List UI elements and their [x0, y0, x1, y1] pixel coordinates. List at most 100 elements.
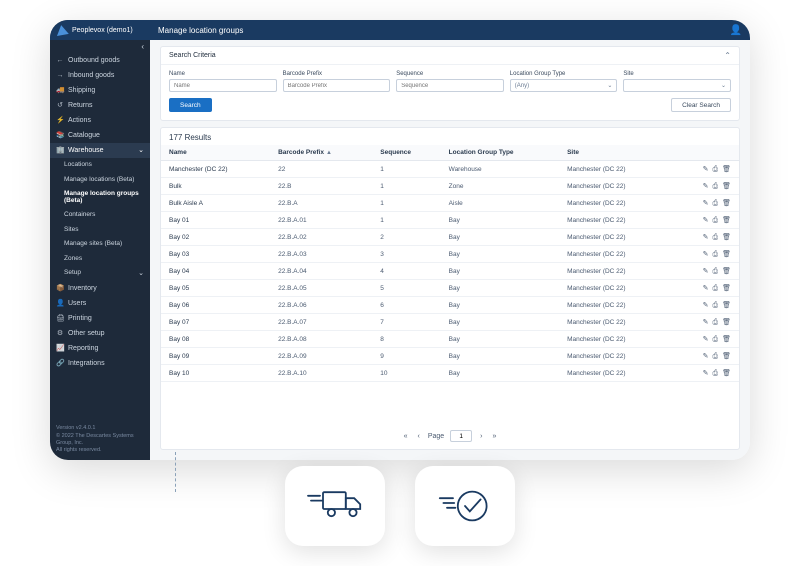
sidebar-sub-locations[interactable]: Locations — [50, 158, 150, 173]
sidebar-sub-setup[interactable]: Setup⌄ — [50, 266, 150, 281]
table-row[interactable]: Bulk Aisle A22.B.A1AisleManchester (DC 2… — [161, 195, 739, 212]
print-icon[interactable]: ⎙ — [713, 166, 719, 173]
table-row[interactable]: Bay 0822.B.A.088BayManchester (DC 22)✎⎙🗑 — [161, 331, 739, 348]
nav-icon: ↺ — [56, 102, 64, 109]
name-input[interactable] — [169, 79, 277, 92]
collapse-panel-icon[interactable]: ⌃ — [724, 51, 731, 60]
sidebar-item-warehouse[interactable]: 🏢Warehouse⌄ — [50, 143, 150, 158]
table-row[interactable]: Manchester (DC 22)221WarehouseManchester… — [161, 161, 739, 178]
sidebar-item-reporting[interactable]: 📈Reporting — [50, 341, 150, 356]
check-circle-icon — [435, 481, 495, 531]
sidebar-item-inventory[interactable]: 📦Inventory — [50, 281, 150, 296]
print-icon[interactable]: ⎙ — [713, 370, 719, 377]
print-icon[interactable]: ⎙ — [713, 217, 719, 224]
cell-type: Warehouse — [441, 161, 559, 178]
delete-icon[interactable]: 🗑 — [722, 370, 731, 377]
edit-icon[interactable]: ✎ — [703, 302, 709, 309]
delete-icon[interactable]: 🗑 — [722, 217, 731, 224]
sidebar-item-returns[interactable]: ↺Returns — [50, 98, 150, 113]
table-row[interactable]: Bay 0922.B.A.099BayManchester (DC 22)✎⎙🗑 — [161, 348, 739, 365]
sidebar-sub-manage-location-groups-beta-[interactable]: Manage location groups (Beta) — [50, 187, 150, 208]
delete-icon[interactable]: 🗑 — [722, 166, 731, 173]
col-barcode[interactable]: Barcode Prefix▲ — [270, 145, 372, 161]
barcode-input[interactable] — [283, 79, 391, 92]
delete-icon[interactable]: 🗑 — [722, 336, 731, 343]
print-icon[interactable]: ⎙ — [713, 336, 719, 343]
table-row[interactable]: Bay 0322.B.A.033BayManchester (DC 22)✎⎙🗑 — [161, 246, 739, 263]
delete-icon[interactable]: 🗑 — [722, 285, 731, 292]
table-row[interactable]: Bay 0722.B.A.077BayManchester (DC 22)✎⎙🗑 — [161, 314, 739, 331]
sidebar-sub-manage-sites-beta-[interactable]: Manage sites (Beta) — [50, 237, 150, 252]
sidebar-item-users[interactable]: 👤Users — [50, 296, 150, 311]
nav-icon: 👤 — [56, 300, 64, 307]
print-icon[interactable]: ⎙ — [713, 234, 719, 241]
delete-icon[interactable]: 🗑 — [722, 251, 731, 258]
sidebar-item-outbound-goods[interactable]: ←Outbound goods — [50, 53, 150, 68]
table-row[interactable]: Bay 0622.B.A.066BayManchester (DC 22)✎⎙🗑 — [161, 297, 739, 314]
edit-icon[interactable]: ✎ — [703, 251, 709, 258]
sidebar-sub-containers[interactable]: Containers — [50, 208, 150, 223]
edit-icon[interactable]: ✎ — [703, 353, 709, 360]
col-type[interactable]: Location Group Type — [441, 145, 559, 161]
collapse-sidebar-icon[interactable]: ‹ — [141, 42, 144, 51]
sequence-input[interactable] — [396, 79, 504, 92]
search-button[interactable]: Search — [169, 98, 212, 112]
col-name[interactable]: Name — [161, 145, 270, 161]
delete-icon[interactable]: 🗑 — [722, 183, 731, 190]
delete-icon[interactable]: 🗑 — [722, 200, 731, 207]
user-icon[interactable]: 👤 — [730, 25, 742, 36]
table-row[interactable]: Bay 1022.B.A.1010BayManchester (DC 22)✎⎙… — [161, 365, 739, 382]
print-icon[interactable]: ⎙ — [713, 353, 719, 360]
nav-icon: 🚚 — [56, 87, 64, 94]
pager-page-input[interactable] — [450, 430, 472, 442]
delete-icon[interactable]: 🗑 — [722, 319, 731, 326]
sidebar-sub-manage-locations-beta-[interactable]: Manage locations (Beta) — [50, 173, 150, 188]
table-row[interactable]: Bay 0522.B.A.055BayManchester (DC 22)✎⎙🗑 — [161, 280, 739, 297]
print-icon[interactable]: ⎙ — [713, 302, 719, 309]
edit-icon[interactable]: ✎ — [703, 166, 709, 173]
edit-icon[interactable]: ✎ — [703, 200, 709, 207]
pager-first-icon[interactable]: « — [402, 433, 410, 440]
col-sequence[interactable]: Sequence — [372, 145, 440, 161]
table-row[interactable]: Bay 0422.B.A.044BayManchester (DC 22)✎⎙🗑 — [161, 263, 739, 280]
edit-icon[interactable]: ✎ — [703, 217, 709, 224]
clear-search-button[interactable]: Clear Search — [671, 98, 731, 112]
table-row[interactable]: Bulk22.B1ZoneManchester (DC 22)✎⎙🗑 — [161, 178, 739, 195]
pager-prev-icon[interactable]: ‹ — [415, 433, 421, 440]
print-icon[interactable]: ⎙ — [713, 200, 719, 207]
sidebar-item-actions[interactable]: ⚡Actions — [50, 113, 150, 128]
print-icon[interactable]: ⎙ — [713, 183, 719, 190]
sidebar-item-shipping[interactable]: 🚚Shipping — [50, 83, 150, 98]
print-icon[interactable]: ⎙ — [713, 268, 719, 275]
table-row[interactable]: Bay 0222.B.A.022BayManchester (DC 22)✎⎙🗑 — [161, 229, 739, 246]
sidebar-item-printing[interactable]: 🖨Printing — [50, 311, 150, 326]
edit-icon[interactable]: ✎ — [703, 370, 709, 377]
edit-icon[interactable]: ✎ — [703, 183, 709, 190]
edit-icon[interactable]: ✎ — [703, 336, 709, 343]
pager-last-icon[interactable]: » — [491, 433, 499, 440]
sidebar-sub-zones[interactable]: Zones — [50, 252, 150, 267]
edit-icon[interactable]: ✎ — [703, 285, 709, 292]
table-row[interactable]: Bay 0122.B.A.011BayManchester (DC 22)✎⎙🗑 — [161, 212, 739, 229]
cell-name: Bay 02 — [161, 229, 270, 246]
delete-icon[interactable]: 🗑 — [722, 353, 731, 360]
col-site[interactable]: Site — [559, 145, 668, 161]
site-select[interactable]: ⌄ — [623, 79, 731, 92]
delete-icon[interactable]: 🗑 — [722, 268, 731, 275]
pager-next-icon[interactable]: › — [478, 433, 484, 440]
type-select[interactable]: (Any) ⌄ — [510, 79, 618, 92]
sidebar-item-label: Catalogue — [68, 132, 100, 139]
delete-icon[interactable]: 🗑 — [722, 302, 731, 309]
sidebar-item-integrations[interactable]: 🔗Integrations — [50, 356, 150, 371]
sidebar-item-catalogue[interactable]: 📚Catalogue — [50, 128, 150, 143]
sidebar-sub-sites[interactable]: Sites — [50, 223, 150, 238]
print-icon[interactable]: ⎙ — [713, 285, 719, 292]
print-icon[interactable]: ⎙ — [713, 251, 719, 258]
edit-icon[interactable]: ✎ — [703, 268, 709, 275]
sidebar-item-inbound-goods[interactable]: →Inbound goods — [50, 68, 150, 83]
sidebar-item-other-setup[interactable]: ⚙Other setup — [50, 326, 150, 341]
delete-icon[interactable]: 🗑 — [722, 234, 731, 241]
edit-icon[interactable]: ✎ — [703, 234, 709, 241]
print-icon[interactable]: ⎙ — [713, 319, 719, 326]
edit-icon[interactable]: ✎ — [703, 319, 709, 326]
